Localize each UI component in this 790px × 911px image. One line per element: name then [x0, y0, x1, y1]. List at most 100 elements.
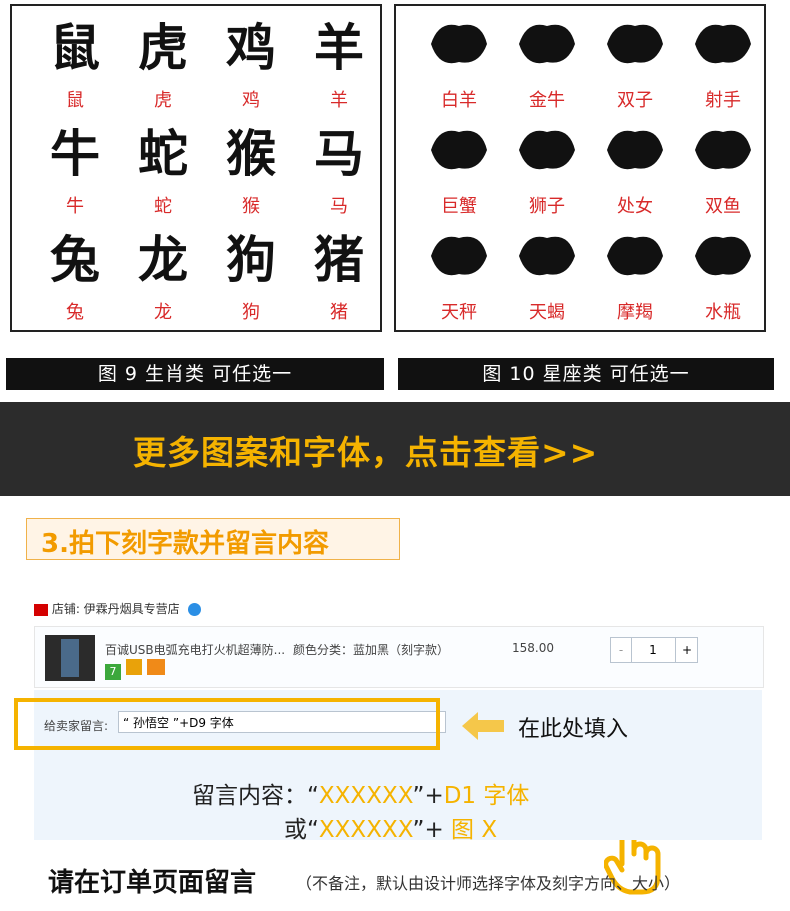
left-arrow-icon	[462, 712, 504, 740]
quantity-stepper[interactable]: - 1 +	[610, 637, 698, 663]
zodiac-item: 羊羊	[296, 10, 382, 114]
constellation-emblem-icon	[416, 116, 502, 184]
zodiac-caption-bar: 图 9 生肖类 可任选一	[6, 358, 384, 390]
calligraphy-glyph: 虎	[138, 18, 188, 77]
fill-here-label: 在此处填入	[518, 717, 629, 742]
zodiac-label: 龙	[154, 302, 172, 323]
calligraphy-glyph: 羊	[314, 18, 364, 77]
calligraphy-glyph: 马	[314, 124, 364, 183]
constellation-emblem-icon	[680, 222, 766, 290]
zodiac-label: 马	[330, 196, 348, 217]
guarantee-icon	[126, 659, 143, 675]
qty-minus-button[interactable]: -	[611, 638, 632, 662]
constellation-caption: 图 10 星座类 可任选一	[482, 363, 690, 385]
zodiac-item: 狗狗	[208, 222, 294, 326]
zodiac-item: 鸡鸡	[208, 10, 294, 114]
notice-figure-ref: 图 X	[451, 817, 498, 843]
calligraphy-glyph: 猴	[226, 124, 276, 183]
product-title[interactable]: 百诚USB电弧充电打火机超薄防...	[105, 641, 285, 658]
calligraphy-glyph: 狗	[226, 230, 276, 289]
constellation-item: 天秤	[416, 222, 502, 326]
zodiac-item: 鼠鼠	[32, 10, 118, 114]
constellation-emblem-icon	[504, 10, 590, 78]
notice-mid-1: ”+	[412, 783, 444, 809]
chat-icon[interactable]	[187, 603, 201, 616]
constellation-item: 狮子	[504, 116, 590, 220]
zodiac-label: 蛇	[154, 196, 172, 217]
product-thumbnail[interactable]	[45, 635, 95, 681]
more-patterns-link[interactable]: 更多图案和字体，点击查看>>	[133, 426, 598, 474]
constellation-item: 巨蟹	[416, 116, 502, 220]
zodiac-item: 龙龙	[120, 222, 206, 326]
constellation-item: 摩羯	[592, 222, 678, 326]
notice-prefix-1: 留言内容：“	[192, 783, 319, 809]
constellation-emblem-icon	[680, 116, 766, 184]
section-header: 3.拍下刻字款并留言内容	[26, 518, 400, 560]
calligraphy-glyph: 蛇	[138, 124, 188, 183]
notice-placeholder-2: XXXXXX	[318, 817, 413, 843]
constellation-panel: 白羊 金牛 双子 射手巨蟹 狮子 处女 双鱼天秤 天蝎 摩羯 水瓶	[394, 4, 766, 332]
shop-row: 店铺: 伊霖丹烟具专营店	[34, 600, 201, 617]
calligraphy-glyph: 猪	[314, 230, 364, 289]
zodiac-label: 鸡	[242, 90, 260, 111]
seven-day-return-icon: 7	[105, 664, 121, 680]
constellation-item: 白羊	[416, 10, 502, 114]
tmall-icon	[34, 603, 48, 616]
constellation-emblem-icon	[504, 116, 590, 184]
more-patterns-banner[interactable]: 更多图案和字体，点击查看>>	[0, 402, 790, 895]
notice-mid-2: ”+	[412, 817, 452, 843]
zodiac-item: 马马	[296, 116, 382, 220]
service-badges: 7	[105, 659, 166, 680]
constellation-label: 天秤	[441, 302, 477, 323]
product-variant: 颜色分类：蓝加黑（刻字款）	[293, 643, 450, 657]
zodiac-item: 猪猪	[296, 222, 382, 326]
constellation-label: 天蝎	[529, 302, 565, 323]
constellation-label: 双鱼	[705, 196, 741, 217]
highlight-frame	[14, 698, 440, 750]
constellation-label: 射手	[705, 90, 741, 111]
constellation-label: 摩羯	[617, 302, 653, 323]
zodiac-label: 猴	[242, 196, 260, 217]
constellation-label: 巨蟹	[441, 196, 477, 217]
zodiac-label: 兔	[66, 302, 84, 323]
qty-plus-button[interactable]: +	[675, 638, 698, 662]
constellation-label: 金牛	[529, 90, 565, 111]
constellation-emblem-icon	[504, 222, 590, 290]
zodiac-item: 牛牛	[32, 116, 118, 220]
section-title: 3.拍下刻字款并留言内容	[41, 529, 329, 559]
constellation-emblem-icon	[592, 10, 678, 78]
zodiac-panel: 鼠鼠虎虎鸡鸡羊羊牛牛蛇蛇猴猴马马兔兔龙龙狗狗猪猪	[10, 4, 382, 332]
notice-font-code: D1 字体	[443, 783, 530, 809]
zodiac-label: 羊	[330, 90, 348, 111]
bottom-subtitle: （不备注，默认由设计师选择字体及刻字方向、大小）	[296, 874, 681, 893]
calligraphy-glyph: 兔	[50, 230, 100, 289]
constellation-item: 天蝎	[504, 222, 590, 326]
constellation-emblem-icon	[592, 222, 678, 290]
constellation-label: 处女	[617, 196, 653, 217]
qty-value[interactable]: 1	[632, 638, 674, 662]
notice-prefix-2: 或“	[284, 817, 319, 843]
constellation-item: 双鱼	[680, 116, 766, 220]
calligraphy-glyph: 鼠	[50, 18, 100, 77]
notice-placeholder-1: XXXXXX	[318, 783, 413, 809]
zodiac-caption: 图 9 生肖类 可任选一	[97, 363, 293, 385]
constellation-label: 水瓶	[705, 302, 741, 323]
constellation-caption-bar: 图 10 星座类 可任选一	[398, 358, 774, 390]
notice-line-1: 留言内容：“XXXXXX”+D1 字体	[192, 776, 529, 810]
constellation-emblem-icon	[592, 116, 678, 184]
constellation-label: 双子	[617, 90, 653, 111]
calligraphy-glyph: 牛	[50, 124, 100, 183]
constellation-emblem-icon	[416, 10, 502, 78]
zodiac-item: 兔兔	[32, 222, 118, 326]
zodiac-label: 狗	[242, 302, 260, 323]
zodiac-label: 鼠	[66, 90, 84, 111]
zodiac-item: 猴猴	[208, 116, 294, 220]
constellation-label: 白羊	[441, 90, 477, 111]
constellation-emblem-icon	[680, 10, 766, 78]
constellation-item: 处女	[592, 116, 678, 220]
zodiac-item: 蛇蛇	[120, 116, 206, 220]
shop-name[interactable]: 店铺: 伊霖丹烟具专营店	[52, 602, 180, 616]
product-price: 158.00	[512, 641, 554, 655]
calligraphy-glyph: 龙	[138, 230, 188, 289]
calligraphy-glyph: 鸡	[226, 18, 276, 77]
